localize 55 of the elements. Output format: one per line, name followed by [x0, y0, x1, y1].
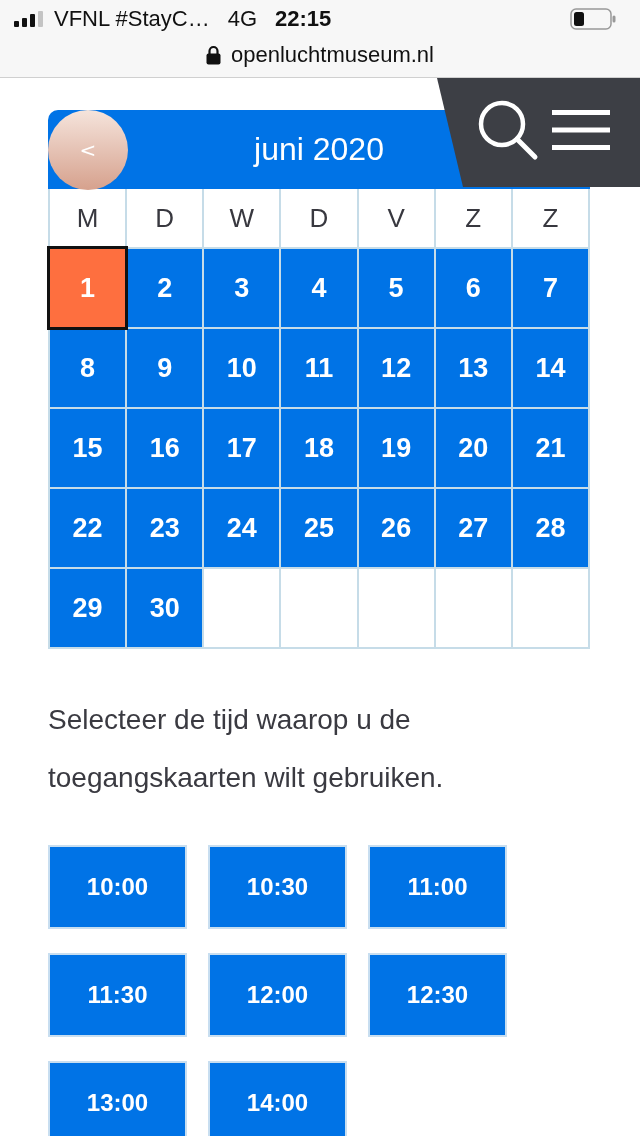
- day-cell[interactable]: 2: [127, 249, 203, 327]
- day-cell[interactable]: 17: [204, 409, 280, 487]
- day-cell[interactable]: 28: [512, 489, 588, 567]
- day-cell[interactable]: 13: [435, 329, 511, 407]
- day-cell[interactable]: 9: [127, 329, 203, 407]
- time-slot-button[interactable]: 12:00: [208, 953, 347, 1037]
- month-title: juni 2020: [254, 131, 384, 168]
- weekday-label: D: [127, 189, 203, 247]
- weekday-label: Z: [512, 189, 588, 247]
- day-cell[interactable]: 3: [204, 249, 280, 327]
- day-cell[interactable]: 5: [358, 249, 434, 327]
- day-cell[interactable]: 6: [435, 249, 511, 327]
- network-type: 4G: [227, 6, 258, 32]
- time-slot-button[interactable]: 10:00: [48, 845, 187, 929]
- time-slot-button[interactable]: 10:30: [208, 845, 347, 929]
- day-cell[interactable]: 21: [512, 409, 588, 487]
- day-cell[interactable]: 11: [281, 329, 357, 407]
- weekday-label: D: [281, 189, 357, 247]
- day-cell[interactable]: 25: [281, 489, 357, 567]
- menu-icon[interactable]: [552, 109, 610, 150]
- battery-icon: [570, 8, 616, 30]
- day-cell[interactable]: 15: [50, 409, 126, 487]
- day-cell[interactable]: 12: [358, 329, 434, 407]
- carrier-name: VFNL #StayC…: [54, 6, 210, 32]
- day-cell[interactable]: 10: [204, 329, 280, 407]
- day-cell[interactable]: 19: [358, 409, 434, 487]
- clock-time: 22:15: [275, 6, 332, 32]
- time-slot-button[interactable]: 12:30: [368, 953, 507, 1037]
- day-cell[interactable]: 16: [127, 409, 203, 487]
- day-cell[interactable]: 18: [281, 409, 357, 487]
- weekday-label: W: [204, 189, 280, 247]
- day-cell[interactable]: 26: [358, 489, 434, 567]
- instruction-text: Selecteer de tijd waarop u de toegangskaarten wilt gebruiken.: [48, 703, 445, 795]
- day-cell[interactable]: 23: [127, 489, 203, 567]
- search-icon[interactable]: [477, 98, 539, 161]
- time-slot-button[interactable]: 13:00: [48, 1061, 187, 1136]
- day-cell[interactable]: 14: [512, 329, 588, 407]
- day-cell[interactable]: 27: [435, 489, 511, 567]
- lock-icon: [206, 44, 221, 65]
- day-cell[interactable]: 4: [281, 249, 357, 327]
- time-slot-button[interactable]: 11:30: [48, 953, 187, 1037]
- day-cell[interactable]: 1: [50, 249, 126, 327]
- weekday-label: M: [50, 189, 126, 247]
- day-cell[interactable]: 8: [50, 329, 126, 407]
- time-slot-button[interactable]: 11:00: [368, 845, 507, 929]
- day-cell[interactable]: 22: [50, 489, 126, 567]
- day-cell[interactable]: 7: [512, 249, 588, 327]
- day-cell[interactable]: 20: [435, 409, 511, 487]
- weekday-label: V: [358, 189, 434, 247]
- day-cell[interactable]: 30: [127, 569, 203, 647]
- day-cell[interactable]: 29: [50, 569, 126, 647]
- weekday-label: Z: [435, 189, 511, 247]
- signal-icon: [14, 11, 44, 27]
- time-slot-button[interactable]: 14:00: [208, 1061, 347, 1136]
- day-cell[interactable]: 24: [204, 489, 280, 567]
